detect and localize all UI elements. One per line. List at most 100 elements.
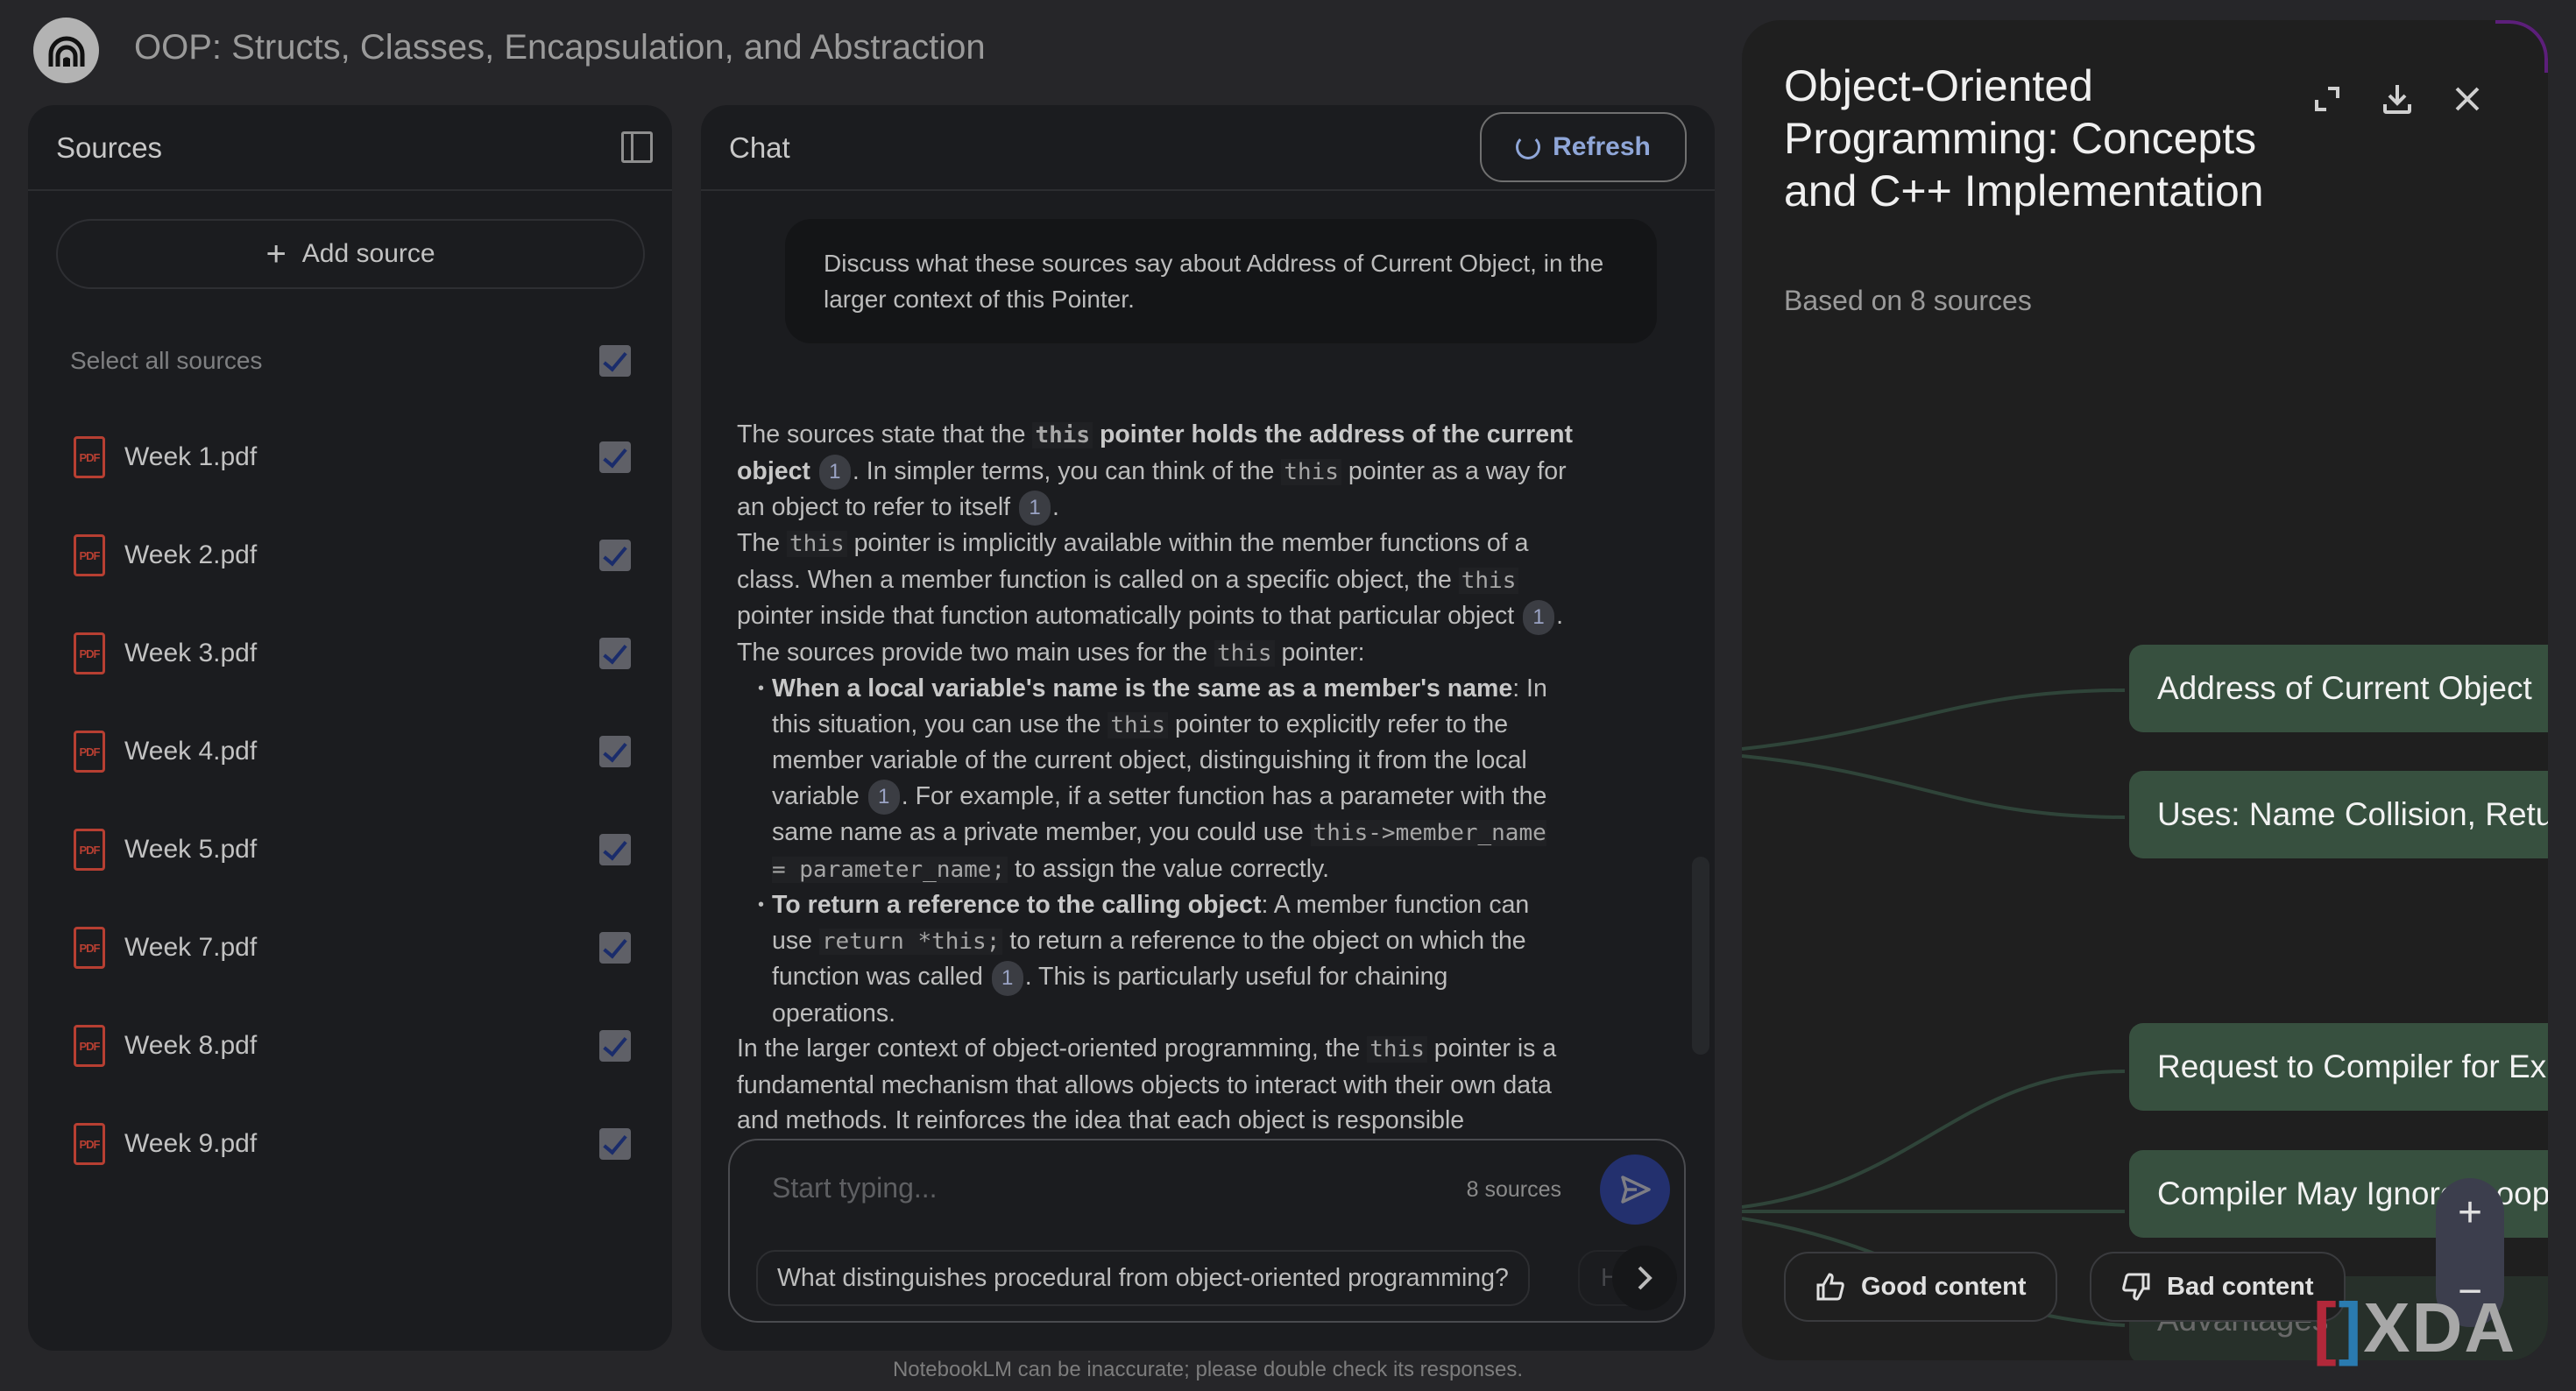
pdf-icon: PDF (74, 534, 105, 576)
refresh-label: Refresh (1553, 132, 1651, 161)
select-all-label: Select all sources (70, 347, 263, 374)
chevron-right-icon (1638, 1266, 1652, 1290)
select-all-row[interactable]: Select all sources (70, 335, 631, 387)
mindmap-title: Object-Oriented Programming: Concepts an… (1784, 61, 2264, 215)
suggestion-chip[interactable]: What distinguishes procedural from objec… (756, 1250, 1530, 1306)
thumbs-down-icon (2122, 1273, 2150, 1301)
expand-icon (2315, 87, 2339, 111)
watermark-bracket: ] (2338, 1289, 2364, 1366)
source-name: Week 9.pdf (124, 1129, 258, 1158)
uses-list: When a local variable's name is the same… (737, 671, 1574, 1031)
source-list: PDF Week 1.pdf PDF Week 2.pdf PDF Week 3.pd… (74, 408, 631, 1193)
source-name: Week 5.pdf (124, 835, 258, 864)
inline-code: this (1281, 458, 1341, 485)
chat-panel: Chat Refresh Discuss what these sources … (701, 105, 1715, 1351)
inline-code: this (1108, 711, 1169, 738)
expand-button[interactable] (2310, 81, 2345, 117)
bad-content-button[interactable]: Bad content (2090, 1252, 2346, 1322)
select-all-checkbox[interactable] (599, 345, 631, 377)
mindmap-subtitle: Based on 8 sources (1784, 285, 2032, 316)
chat-title: Chat (729, 131, 790, 164)
collapse-panel-icon[interactable] (621, 131, 653, 163)
pdf-icon: PDF (74, 436, 105, 478)
chat-input[interactable] (772, 1172, 1385, 1204)
source-item[interactable]: PDF Week 1.pdf (74, 408, 631, 506)
xda-watermark: []XDA (2313, 1288, 2516, 1368)
next-suggestions-button[interactable] (1612, 1246, 1677, 1310)
add-source-label: Add source (301, 239, 435, 268)
citation-badge[interactable]: 1 (818, 454, 851, 490)
refresh-icon (1516, 135, 1541, 159)
text: In the larger context of object-oriented… (737, 1034, 1368, 1063)
text: pointer is implicitly available within t… (737, 529, 1529, 594)
citation-badge[interactable]: 1 (1019, 491, 1051, 526)
notebook-title[interactable]: OOP: Structs, Classes, Encapsulation, an… (134, 28, 986, 67)
inline-code: this (1214, 639, 1275, 667)
response-paragraph: The sources provide two main uses for th… (737, 635, 1574, 672)
source-item[interactable]: PDF Week 4.pdf (74, 703, 631, 801)
sources-panel: Sources + Add source Select all sources … (28, 105, 672, 1351)
mindmap-node[interactable]: Request to Compiler for Expansion (2129, 1023, 2548, 1111)
notebooklm-logo[interactable] (33, 18, 99, 83)
text: The (737, 529, 788, 558)
close-button[interactable] (2450, 81, 2485, 117)
zoom-in-button[interactable]: + (2458, 1192, 2482, 1234)
text: to assign the value correctly. (1008, 854, 1330, 883)
pdf-icon: PDF (74, 829, 105, 871)
send-button[interactable] (1600, 1154, 1670, 1225)
chat-scrollbar[interactable] (1692, 857, 1709, 1055)
source-item[interactable]: PDF Week 5.pdf (74, 801, 631, 899)
sources-title: Sources (56, 131, 163, 164)
list-item: To return a reference to the calling obj… (758, 887, 1574, 1031)
source-item[interactable]: PDF Week 3.pdf (74, 604, 631, 703)
download-button[interactable] (2380, 81, 2415, 117)
source-item[interactable]: PDF Week 9.pdf (74, 1095, 631, 1193)
text: . In simpler terms, you can think of the (852, 456, 1282, 485)
source-name: Week 8.pdf (124, 1031, 258, 1060)
text: pointer inside that function automatical… (737, 602, 1515, 631)
add-source-button[interactable]: + Add source (56, 219, 645, 289)
source-checkbox[interactable] (599, 638, 631, 669)
bold-text: To return a reference to the calling obj… (772, 891, 1262, 920)
connector-line (1742, 754, 2126, 819)
citation-badge[interactable]: 1 (867, 780, 900, 816)
bold-text: When a local variable's name is the same… (772, 674, 1513, 703)
pdf-icon: PDF (74, 1025, 105, 1067)
pdf-icon: PDF (74, 927, 105, 969)
sources-header: Sources (28, 105, 672, 191)
source-name: Week 2.pdf (124, 540, 258, 569)
user-message: Discuss what these sources say about Add… (785, 219, 1657, 343)
source-item[interactable]: PDF Week 8.pdf (74, 997, 631, 1095)
watermark-text: XDA (2363, 1289, 2517, 1366)
inline-code: this (787, 531, 847, 558)
source-checkbox[interactable] (599, 540, 631, 571)
source-checkbox[interactable] (599, 441, 631, 473)
send-icon (1621, 1176, 1651, 1204)
source-item[interactable]: PDF Week 7.pdf (74, 899, 631, 997)
citation-badge[interactable]: 1 (991, 960, 1023, 996)
text: The sources state that the (737, 420, 1033, 448)
refresh-button[interactable]: Refresh (1480, 112, 1687, 182)
pdf-icon: PDF (74, 1123, 105, 1165)
citation-badge[interactable]: 1 (1523, 599, 1555, 635)
source-name: Week 7.pdf (124, 933, 258, 962)
response-paragraph: The sources state that the this pointer … (737, 417, 1574, 526)
source-item[interactable]: PDF Week 2.pdf (74, 506, 631, 604)
source-checkbox[interactable] (599, 932, 631, 964)
source-checkbox[interactable] (599, 736, 631, 767)
mindmap-node[interactable]: Address of Current Object (2129, 645, 2548, 732)
source-checkbox[interactable] (599, 834, 631, 865)
good-content-label: Good content (1861, 1272, 2027, 1301)
inline-code: return *this; (818, 928, 1003, 955)
connector-line (1742, 688, 2126, 751)
text: pointer: (1274, 638, 1365, 667)
list-item: When a local variable's name is the same… (758, 671, 1574, 887)
source-checkbox[interactable] (599, 1128, 631, 1160)
mindmap-node[interactable]: Uses: Name Collision, Return (2129, 771, 2548, 858)
inline-code: this (1458, 567, 1519, 594)
source-checkbox[interactable] (599, 1030, 631, 1062)
good-content-button[interactable]: Good content (1784, 1252, 2058, 1322)
mindmap-panel: Object-Oriented Programming: Concepts an… (1742, 20, 2548, 1360)
bad-content-label: Bad content (2167, 1272, 2314, 1301)
chat-composer: 8 sources What distinguishes procedural … (728, 1139, 1686, 1323)
